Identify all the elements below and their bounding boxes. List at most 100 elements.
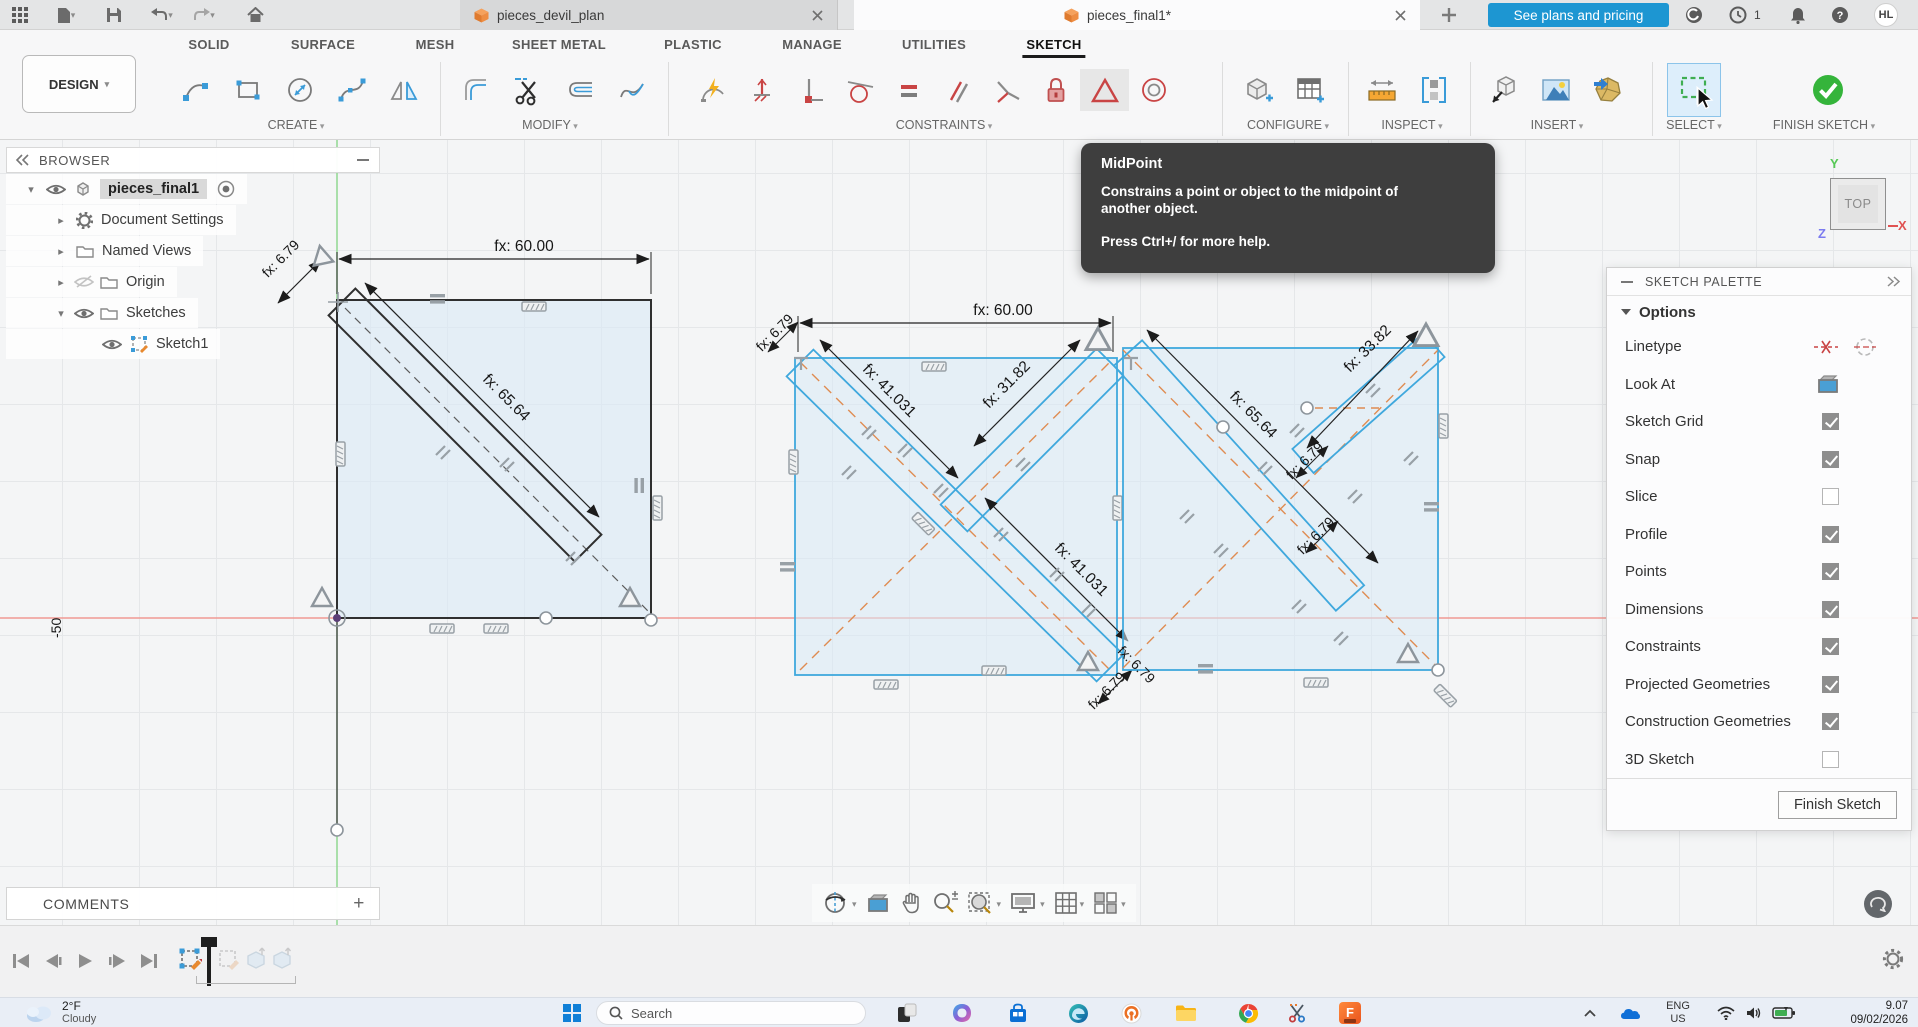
browser-row-document-settings[interactable]: ▸ Document Settings <box>6 205 236 235</box>
ribbon-tab-mesh[interactable]: MESH <box>412 34 459 55</box>
copilot-icon[interactable] <box>948 1000 976 1026</box>
sketch-grid-checkbox[interactable] <box>1822 413 1839 430</box>
activate-component-radio-icon[interactable] <box>217 180 235 198</box>
edge-browser-icon[interactable] <box>1064 1000 1092 1026</box>
doc-tab-pieces-final1[interactable]: pieces_final1* <box>854 0 1420 30</box>
zoom-window-dropdown-caret[interactable] <box>997 894 1002 912</box>
avatar[interactable]: HL <box>1874 3 1898 27</box>
parallel-constraint-icon[interactable] <box>933 69 982 111</box>
constraints-checkbox[interactable] <box>1822 638 1839 655</box>
comments-bar[interactable]: COMMENTS + <box>6 887 380 920</box>
browser-row-sketch1[interactable]: Sketch1 <box>6 329 220 359</box>
chevron-down-icon[interactable]: ▾ <box>54 307 68 320</box>
concentric-constraint-icon[interactable] <box>1129 69 1178 111</box>
create-dropdown[interactable]: CREATE <box>268 118 325 132</box>
minimize-panel-icon[interactable] <box>1621 281 1633 283</box>
wifi-icon[interactable] <box>1712 1000 1740 1026</box>
timeline-feature-extrude1[interactable] <box>244 947 268 971</box>
midpoint-constraint-icon[interactable] <box>1080 69 1129 111</box>
viewports-tool[interactable] <box>1093 891 1126 915</box>
start-button[interactable] <box>558 1000 586 1026</box>
tray-overflow-chevron-icon[interactable] <box>1576 1000 1604 1026</box>
snipping-tool-icon[interactable] <box>1283 1000 1311 1026</box>
job-status-icon[interactable] <box>1682 4 1706 26</box>
grid-dropdown-caret[interactable] <box>1080 894 1085 912</box>
timeline-skip-start-icon[interactable] <box>8 948 34 974</box>
app-grid-icon[interactable] <box>8 4 32 26</box>
taskbar-clock[interactable]: 9.07 09/02/2026 <box>1820 1000 1908 1027</box>
vertical-constraint-icon[interactable] <box>786 69 835 111</box>
construction-linetype-icon[interactable] <box>1813 337 1839 357</box>
new-tab-icon[interactable] <box>1437 4 1461 26</box>
curve-tool-icon[interactable] <box>606 64 658 116</box>
ribbon-tab-sheet-metal[interactable]: SHEET METAL <box>508 34 610 55</box>
minimize-panel-icon[interactable] <box>357 159 369 161</box>
chevron-right-icon[interactable]: ▸ <box>54 245 68 258</box>
perpendicular-constraint-icon[interactable] <box>982 69 1031 111</box>
taskbar-search[interactable]: Search <box>596 1001 866 1025</box>
measure-icon[interactable] <box>1356 64 1408 116</box>
fusion-app-icon[interactable]: F <box>1336 1000 1364 1026</box>
tangent-constraint-icon[interactable] <box>835 69 884 111</box>
onedrive-icon[interactable] <box>1616 1000 1644 1026</box>
insert-dropdown[interactable]: INSERT <box>1531 118 1584 132</box>
see-plans-button[interactable]: See plans and pricing <box>1488 3 1669 27</box>
configuration-icon[interactable] <box>1232 64 1284 116</box>
finish-sketch-button[interactable]: Finish Sketch <box>1778 791 1897 819</box>
ribbon-tab-sketch[interactable]: SKETCH <box>1022 34 1085 55</box>
equal-constraint-icon[interactable] <box>884 69 933 111</box>
inspect-dropdown[interactable]: INSPECT <box>1381 118 1442 132</box>
configure-dropdown[interactable]: CONFIGURE <box>1247 118 1329 132</box>
timeline-feature-sketch-suppressed[interactable] <box>216 947 240 971</box>
look-at-icon[interactable] <box>1817 375 1839 393</box>
timeline-feature-extrude2[interactable] <box>270 947 294 971</box>
collapse-panel-icon[interactable] <box>15 154 29 166</box>
save-icon[interactable] <box>102 4 126 26</box>
auto-constrain-icon[interactable] <box>688 69 737 111</box>
expand-panel-icon[interactable] <box>1887 276 1901 287</box>
rectangle-tool-icon[interactable] <box>222 64 274 116</box>
language-indicator[interactable]: ENGUS <box>1658 1000 1698 1026</box>
viewports-dropdown-caret[interactable] <box>1121 894 1126 912</box>
projected-geometries-checkbox[interactable] <box>1822 676 1839 693</box>
pan-hand-icon[interactable] <box>899 891 923 915</box>
chrome-icon[interactable] <box>1234 1000 1262 1026</box>
microsoft-store-icon[interactable] <box>1004 1000 1032 1026</box>
fix-ground-constraint-icon[interactable] <box>737 69 786 111</box>
insert-canvas-image-icon[interactable] <box>1530 64 1582 116</box>
ribbon-tab-manage[interactable]: MANAGE <box>778 34 846 55</box>
undo-icon[interactable] <box>144 4 180 26</box>
timeline-play-icon[interactable] <box>72 948 98 974</box>
ribbon-tab-surface[interactable]: SURFACE <box>287 34 359 55</box>
design-workspace-button[interactable]: DESIGN <box>22 55 136 113</box>
weather-widget[interactable]: 2°F Cloudy <box>24 999 96 1025</box>
chevron-down-icon[interactable]: ▾ <box>24 183 38 196</box>
visibility-eye-icon[interactable] <box>74 307 94 320</box>
mirror-tool-icon[interactable] <box>378 64 430 116</box>
bell-icon[interactable] <box>1786 4 1810 26</box>
grid-snap-tool[interactable] <box>1054 891 1085 915</box>
section-analysis-icon[interactable] <box>1408 64 1460 116</box>
line-tool-icon[interactable] <box>170 64 222 116</box>
notification-clock-icon[interactable] <box>1726 4 1750 26</box>
display-settings-dropdown-caret[interactable] <box>1040 894 1045 912</box>
slice-checkbox[interactable] <box>1822 488 1839 505</box>
help-icon[interactable]: ? <box>1828 4 1852 26</box>
offset-tool-icon[interactable] <box>554 64 606 116</box>
doc-tab-pieces-devil-plan[interactable]: pieces_devil_plan <box>460 0 838 30</box>
viewcube[interactable]: TOP <box>1830 178 1886 230</box>
close-tab-icon[interactable] <box>1395 10 1406 21</box>
zoom-window-tool[interactable] <box>967 890 1002 916</box>
chevron-right-icon[interactable]: ▸ <box>54 214 68 227</box>
file-menu-icon[interactable] <box>48 4 84 26</box>
snap-checkbox[interactable] <box>1822 451 1839 468</box>
spline-tool-icon[interactable] <box>326 64 378 116</box>
battery-icon[interactable] <box>1770 1000 1798 1026</box>
profile-checkbox[interactable] <box>1822 526 1839 543</box>
visibility-eye-icon[interactable] <box>46 183 66 196</box>
task-view-icon[interactable] <box>893 1000 921 1026</box>
viewcube-face-label[interactable]: TOP <box>1838 185 1878 223</box>
modify-dropdown[interactable]: MODIFY <box>522 118 578 132</box>
lock-constraint-icon[interactable] <box>1031 69 1080 111</box>
timeline-settings-gear-icon[interactable] <box>1880 946 1906 972</box>
